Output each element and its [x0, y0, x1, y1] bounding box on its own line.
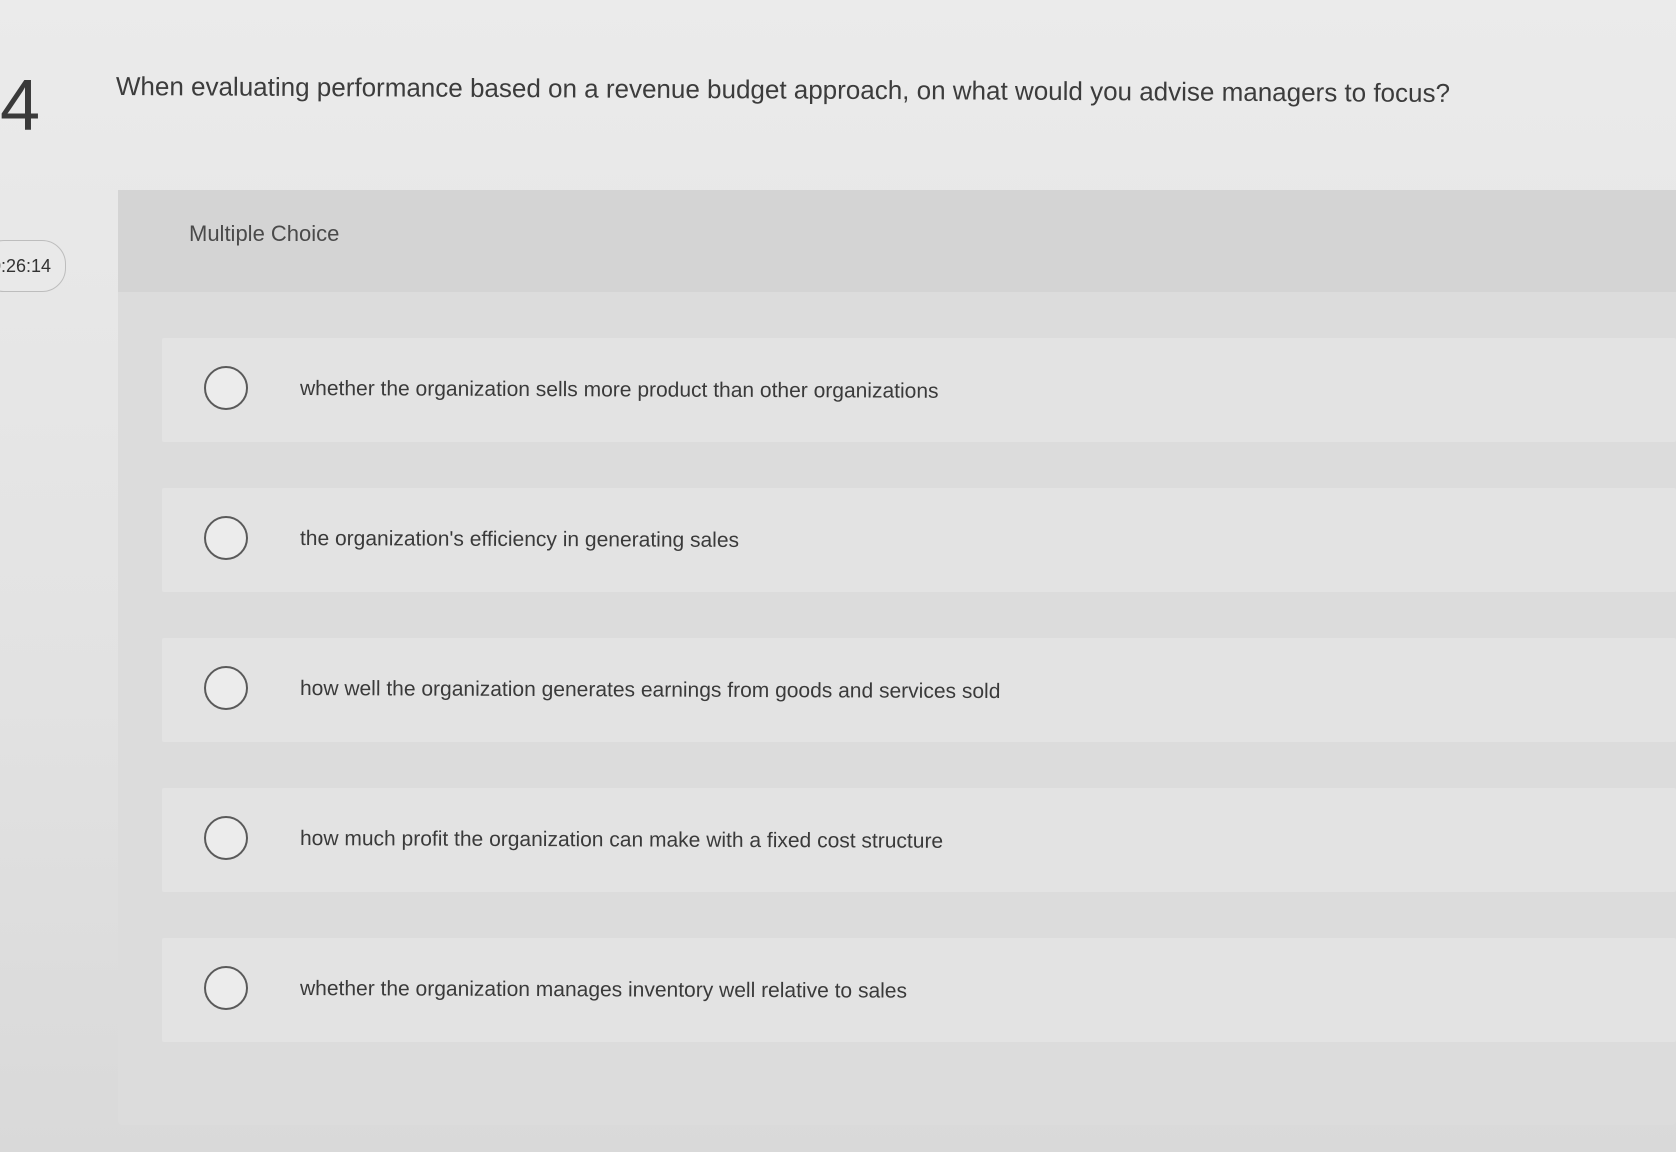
question-number: 4 [0, 66, 41, 146]
timer-display[interactable]: 0:26:14 [0, 240, 66, 292]
choice-label: the organization's efficiency in generat… [299, 527, 740, 552]
radio-button-icon[interactable] [204, 816, 248, 860]
answer-panel: Multiple Choice whether the organization… [118, 190, 1676, 1125]
radio-button-icon[interactable] [204, 366, 248, 410]
choice-option-4[interactable]: how much profit the organization can mak… [162, 788, 1676, 892]
choice-label: how much profit the organization can mak… [299, 827, 944, 853]
radio-button-icon[interactable] [204, 516, 248, 560]
choice-option-1[interactable]: whether the organization sells more prod… [162, 338, 1676, 442]
choice-label: whether the organization manages invento… [299, 977, 908, 1003]
choice-label: whether the organization sells more prod… [299, 377, 939, 403]
radio-button-icon[interactable] [204, 966, 248, 1010]
choice-option-3[interactable]: how well the organization generates earn… [162, 638, 1676, 742]
radio-button-icon[interactable] [204, 666, 248, 710]
choice-label: how well the organization generates earn… [299, 677, 1001, 704]
answer-panel-header: Multiple Choice [118, 190, 1676, 292]
question-text: When evaluating performance based on a r… [115, 70, 1451, 108]
choice-option-2[interactable]: the organization's efficiency in generat… [162, 488, 1676, 592]
question-format-label: Multiple Choice [189, 221, 340, 246]
choice-list: whether the organization sells more prod… [162, 338, 1676, 1088]
choice-option-5[interactable]: whether the organization manages invento… [162, 938, 1676, 1042]
